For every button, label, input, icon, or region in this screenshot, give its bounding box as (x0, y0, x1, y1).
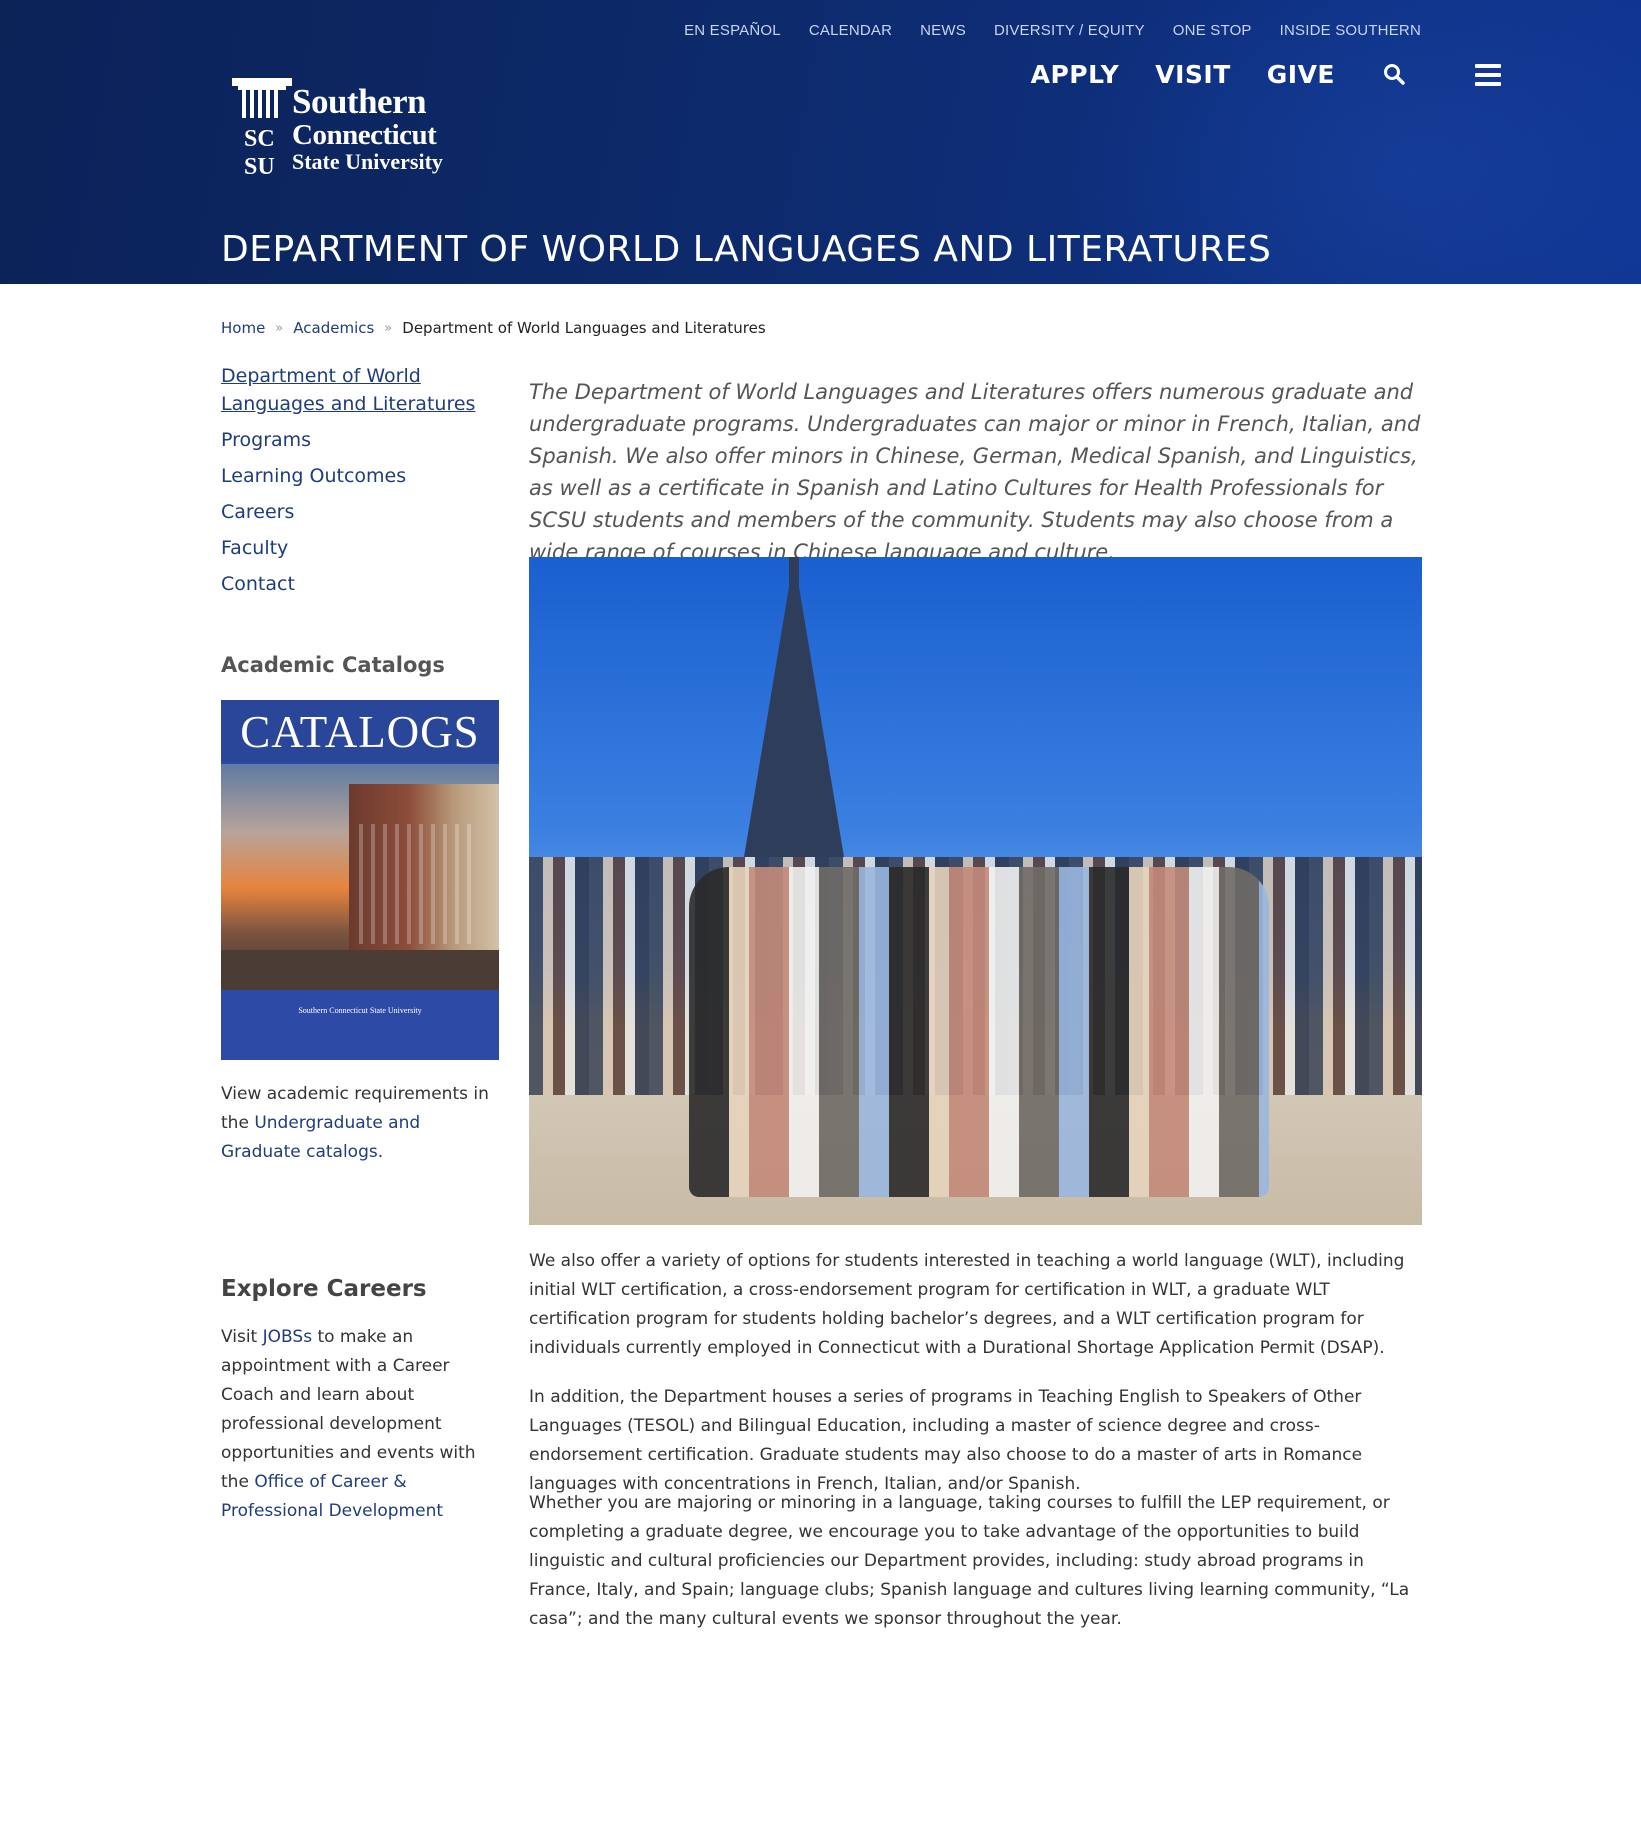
catalogs-link[interactable]: Undergraduate and Graduate catalogs (221, 1113, 420, 1162)
utility-nav: EN ESPAÑOL CALENDAR NEWS DIVERSITY / EQU… (684, 22, 1421, 39)
careers-body-text: to make an appointment with a Career Coa… (221, 1327, 476, 1492)
sidebar-item-learning-outcomes[interactable]: Learning Outcomes (221, 462, 501, 490)
column-logo-icon: SC SU (232, 78, 292, 180)
breadcrumb-separator-icon: » (384, 320, 393, 336)
section-nav: Department of World Languages and Litera… (221, 362, 501, 606)
campus-sunset-photo (221, 764, 499, 990)
jobss-link[interactable]: JOBSs (263, 1327, 312, 1347)
catalogs-description: View academic requirements in the Underg… (221, 1080, 501, 1167)
logo-wordmark: Southern Connecticut State University (292, 84, 443, 174)
catalogs-image[interactable]: CATALOGS Southern Connecticut State Univ… (221, 700, 499, 1060)
catalog-footer-text: Southern Connecticut State University (298, 1006, 422, 1015)
logo-line-2: Connecticut (292, 119, 437, 151)
svg-text:SU: SU (244, 154, 275, 180)
sidebar-item-programs[interactable]: Programs (221, 426, 501, 454)
link-inside-southern[interactable]: INSIDE SOUTHERN (1280, 22, 1421, 39)
breadcrumb-current: Department of World Languages and Litera… (402, 319, 766, 337)
paragraph-tesol: In addition, the Department houses a ser… (529, 1387, 1363, 1494)
intro-lead: The Department of World Languages and Li… (529, 380, 1421, 564)
sidebar-item-faculty[interactable]: Faculty (221, 534, 501, 562)
catalogs-banner: CATALOGS (221, 700, 499, 762)
site-header: EN ESPAÑOL CALENDAR NEWS DIVERSITY / EQU… (0, 0, 1641, 284)
page-title: DEPARTMENT OF WORLD LANGUAGES AND LITERA… (221, 229, 1272, 270)
explore-careers-heading: Explore Careers (221, 1276, 427, 1302)
svg-text:SC: SC (244, 126, 275, 152)
plaza-ground (221, 950, 499, 990)
catalogs-text-suffix: . (377, 1142, 384, 1162)
breadcrumb-home[interactable]: Home (221, 319, 265, 337)
link-news[interactable]: NEWS (920, 22, 966, 39)
main-nav: APPLY VISIT GIVE (1031, 60, 1501, 89)
sidebar-item-department[interactable]: Department of World Languages and Litera… (221, 362, 501, 418)
paragraph-opportunities: Whether you are majoring or minoring in … (529, 1493, 1410, 1629)
university-logo[interactable]: SC SU Southern Connecticut State Univers… (232, 78, 462, 184)
career-office-link[interactable]: Office of Career & Professional Developm… (221, 1472, 443, 1521)
sidebar-item-contact[interactable]: Contact (221, 570, 501, 598)
link-diversity-equity[interactable]: DIVERSITY / EQUITY (994, 22, 1145, 39)
eiffel-tower (744, 557, 844, 857)
students-eiffel-tower-photo (529, 557, 1422, 1225)
breadcrumb-separator-icon: » (275, 320, 284, 336)
link-calendar[interactable]: CALENDAR (809, 22, 892, 39)
link-en-espanol[interactable]: EN ESPAÑOL (684, 22, 781, 39)
search-icon[interactable] (1383, 63, 1407, 87)
catalog-footer: Southern Connecticut State University (221, 992, 499, 1060)
careers-visit-text: Visit (221, 1327, 258, 1347)
breadcrumb-academics[interactable]: Academics (293, 319, 374, 337)
student-group (689, 867, 1269, 1197)
paragraph-wlt: We also offer a variety of options for s… (529, 1251, 1405, 1358)
hamburger-menu-icon[interactable] (1475, 63, 1501, 86)
give-link[interactable]: GIVE (1267, 60, 1335, 89)
careers-description: Visit JOBSs to make an appointment with … (221, 1323, 501, 1526)
link-one-stop[interactable]: ONE STOP (1173, 22, 1252, 39)
logo-line-1: Southern (292, 82, 427, 121)
breadcrumb: Home » Academics » Department of World L… (221, 319, 766, 337)
apply-link[interactable]: APPLY (1031, 60, 1120, 89)
visit-link[interactable]: VISIT (1155, 60, 1231, 89)
sidebar-item-careers[interactable]: Careers (221, 498, 501, 526)
academic-catalogs-heading: Academic Catalogs (221, 653, 445, 677)
logo-line-3: State University (292, 149, 443, 174)
